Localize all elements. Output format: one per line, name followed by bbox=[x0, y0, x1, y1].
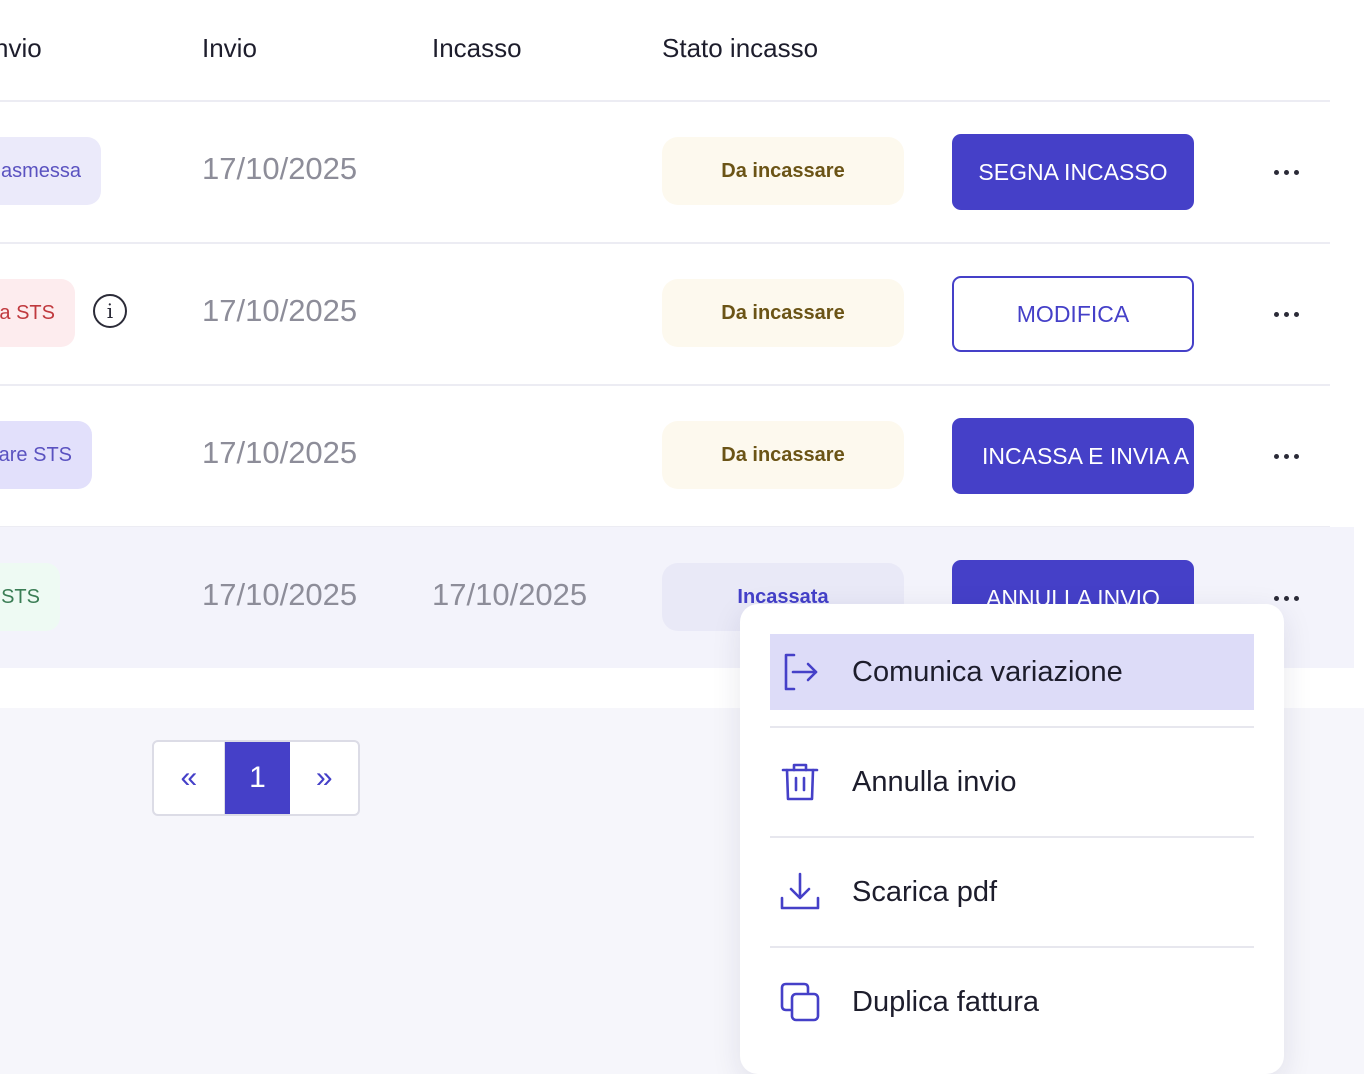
row-more-actions-button[interactable] bbox=[1266, 157, 1306, 187]
exit-arrow-icon bbox=[772, 644, 828, 700]
pagination-page-current[interactable]: 1 bbox=[224, 742, 291, 814]
sts-status-badge: asmessa bbox=[0, 137, 101, 205]
segna-incasso-button[interactable]: SEGNA INCASSO bbox=[952, 134, 1194, 210]
sts-status-badge: STS bbox=[0, 563, 60, 631]
menu-item-annulla-invio[interactable]: Annulla invio bbox=[770, 744, 1254, 820]
table-header: nvio Invio Incasso Stato incasso bbox=[0, 0, 1330, 102]
sts-status-badge: ta STS bbox=[0, 279, 75, 347]
incasso-date: 17/10/2025 bbox=[432, 577, 588, 612]
invio-date: 17/10/2025 bbox=[202, 435, 358, 470]
info-icon[interactable]: i bbox=[93, 294, 127, 328]
incassa-e-invia-button[interactable]: INCASSA E INVIA A bbox=[952, 418, 1194, 494]
menu-item-duplica-fattura[interactable]: Duplica fattura bbox=[770, 964, 1254, 1040]
sts-status-badge: are STS bbox=[0, 421, 92, 489]
menu-divider bbox=[770, 836, 1254, 838]
menu-item-comunica-variazione[interactable]: Comunica variazione bbox=[770, 634, 1254, 710]
row-more-actions-button[interactable] bbox=[1266, 299, 1306, 329]
stato-incasso-badge: Da incassare bbox=[662, 137, 904, 205]
invoice-table: nvio Invio Incasso Stato incasso asmessa… bbox=[0, 0, 1364, 708]
menu-divider bbox=[770, 946, 1254, 948]
column-header-incasso: Incasso bbox=[432, 33, 522, 63]
menu-divider bbox=[770, 726, 1254, 728]
pagination-next-button[interactable]: » bbox=[290, 742, 358, 814]
column-header-invio: Invio bbox=[202, 33, 257, 63]
modifica-button[interactable]: MODIFICA bbox=[952, 276, 1194, 352]
invio-date: 17/10/2025 bbox=[202, 577, 358, 612]
duplicate-icon bbox=[772, 974, 828, 1030]
invio-date: 17/10/2025 bbox=[202, 151, 358, 186]
menu-item-label: Scarica pdf bbox=[852, 875, 998, 908]
table-row: are STS 17/10/2025 Da incassare INCASSA … bbox=[0, 385, 1330, 528]
menu-item-label: Duplica fattura bbox=[852, 985, 1039, 1018]
download-icon bbox=[772, 864, 828, 920]
row-more-actions-button[interactable] bbox=[1266, 441, 1306, 471]
table-row: ta STS i 17/10/2025 Da incassare MODIFIC… bbox=[0, 243, 1330, 386]
invio-date: 17/10/2025 bbox=[202, 293, 358, 328]
column-header-prev-invio: nvio bbox=[0, 33, 42, 63]
table-row: asmessa 17/10/2025 Da incassare SEGNA IN… bbox=[0, 101, 1330, 244]
stato-incasso-badge: Da incassare bbox=[662, 279, 904, 347]
trash-icon bbox=[772, 754, 828, 810]
menu-item-scarica-pdf[interactable]: Scarica pdf bbox=[770, 854, 1254, 930]
column-header-stato-incasso: Stato incasso bbox=[662, 33, 819, 63]
menu-item-label: Annulla invio bbox=[852, 765, 1017, 798]
pagination-prev-button[interactable]: « bbox=[154, 742, 225, 814]
menu-item-label: Comunica variazione bbox=[852, 655, 1123, 688]
stato-incasso-badge: Da incassare bbox=[662, 421, 904, 489]
pagination: « 1 » bbox=[152, 740, 360, 816]
row-actions-dropdown: Comunica variazione Annulla invio Scaric… bbox=[740, 604, 1284, 1074]
